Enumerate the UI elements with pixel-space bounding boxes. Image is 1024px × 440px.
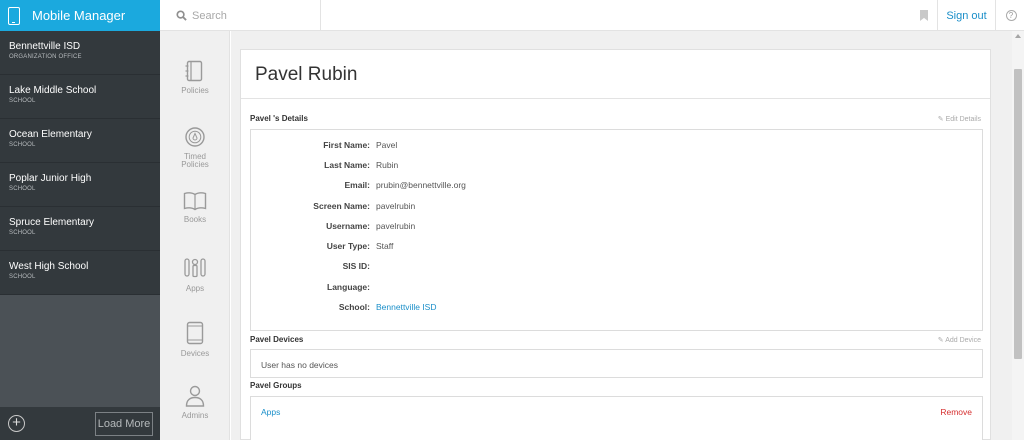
sidebar-item-bennettville-isd[interactable]: Bennettville ISD ORGANIZATION OFFICE <box>0 31 160 75</box>
detail-value: Staff <box>376 241 394 251</box>
detail-row: First Name: Pavel <box>251 140 982 152</box>
sidebar-item-poplar-junior-high[interactable]: Poplar Junior High SCHOOL <box>0 163 160 207</box>
sidebar-item-name: Bennettville ISD <box>9 41 81 52</box>
edit-details-label: Edit Details <box>945 116 981 123</box>
nav-policies-label: Policies <box>181 86 209 95</box>
sidebar-item-type: SCHOOL <box>9 186 36 192</box>
nav-books[interactable]: Books <box>160 191 230 224</box>
detail-row: School: Bennettville ISD <box>251 302 982 314</box>
search-placeholder: Search <box>192 9 227 22</box>
details-box: First Name: Pavel Last Name: Rubin Email: p… <box>250 129 983 331</box>
nav-devices-label: Devices <box>180 349 210 358</box>
groups-box: Apps Remove <box>250 396 983 440</box>
page-title: Pavel Rubin <box>255 64 358 85</box>
detail-label: SIS ID: <box>342 261 370 271</box>
help-button[interactable]: ? <box>998 0 1024 31</box>
nav-apps[interactable]: Apps <box>160 256 230 293</box>
detail-row: User Type: Staff <box>251 241 982 253</box>
sidebar-item-type: SCHOOL <box>9 142 36 148</box>
groups-heading: Pavel Groups <box>250 381 302 390</box>
sign-out-link[interactable]: Sign out <box>937 0 996 31</box>
mobile-device-icon <box>8 6 20 25</box>
nav-rail: Policies Timed Policies Books Apps Devic… <box>160 31 230 440</box>
school-link[interactable]: Bennettville ISD <box>376 302 436 312</box>
sidebar-item-type: SCHOOL <box>9 98 36 104</box>
nav-timed-policies-label: Timed Policies <box>181 152 209 169</box>
details-heading: Pavel 's Details <box>250 114 308 123</box>
nav-apps-label: Apps <box>185 284 205 293</box>
detail-row: Username: pavelrubin <box>251 221 982 233</box>
detail-label: First Name: <box>323 140 370 150</box>
nav-devices[interactable]: Devices <box>160 321 230 358</box>
sidebar-item-type: ORGANIZATION OFFICE <box>9 54 82 60</box>
scroll-thumb[interactable] <box>1014 69 1022 359</box>
nav-timed-policies[interactable]: Timed Policies <box>160 126 230 169</box>
detail-value: prubin@bennettville.org <box>376 180 466 190</box>
add-device-link[interactable]: ✎ Add Device <box>938 336 981 344</box>
scroll-up-arrow-icon[interactable] <box>1015 34 1021 38</box>
detail-label: User Type: <box>326 241 370 251</box>
tablet-icon <box>186 321 204 345</box>
detail-row: Last Name: Rubin <box>251 160 982 172</box>
nav-policies[interactable]: Policies <box>160 60 230 95</box>
help-icon: ? <box>1005 10 1017 21</box>
detail-label: Screen Name: <box>313 201 370 211</box>
nav-admins-label: Admins <box>181 411 209 420</box>
add-device-label: Add Device <box>945 337 981 344</box>
add-organization-icon[interactable]: + <box>8 415 25 432</box>
detail-row: Language: <box>251 282 982 294</box>
load-more-button[interactable]: Load More <box>95 412 153 436</box>
sidebar-item-west-high-school[interactable]: West High School SCHOOL <box>0 251 160 295</box>
remove-group-button[interactable]: Remove <box>940 407 972 417</box>
devices-heading: Pavel Devices <box>250 335 304 344</box>
group-link-apps[interactable]: Apps <box>261 407 280 417</box>
book-icon <box>183 192 207 211</box>
detail-row: Screen Name: pavelrubin <box>251 201 982 213</box>
policies-icon <box>185 60 203 82</box>
timer-icon <box>185 127 205 147</box>
detail-value: Pavel <box>376 140 398 150</box>
detail-value: pavelrubin <box>376 221 416 231</box>
detail-label: Email: <box>344 180 370 190</box>
edit-details-link[interactable]: ✎ Edit Details <box>938 115 981 123</box>
search-icon <box>176 10 187 21</box>
devices-box: User has no devices <box>250 349 983 378</box>
title-divider <box>241 98 990 99</box>
sidebar-item-type: SCHOOL <box>9 230 36 236</box>
bookmark-icon[interactable] <box>920 10 928 21</box>
sidebar-item-name: Lake Middle School <box>9 85 97 96</box>
nav-books-label: Books <box>183 215 207 224</box>
detail-value: pavelrubin <box>376 201 416 211</box>
sidebar-item-name: Spruce Elementary <box>9 217 95 228</box>
detail-label: Language: <box>327 282 370 292</box>
detail-label: Last Name: <box>324 160 370 170</box>
detail-label: School: <box>338 302 370 312</box>
sidebar-item-name: West High School <box>9 261 89 272</box>
app-brand[interactable]: Mobile Manager <box>0 0 160 31</box>
sidebar-item-type: SCHOOL <box>9 274 36 280</box>
sidebar-item-lake-middle-school[interactable]: Lake Middle School SCHOOL <box>0 75 160 119</box>
top-bar: Search Sign out ? <box>160 0 1024 31</box>
sidebar-footer: + Load More <box>0 407 160 440</box>
app-title: Mobile Manager <box>32 8 126 23</box>
sidebar-item-ocean-elementary[interactable]: Ocean Elementary SCHOOL <box>0 119 160 163</box>
no-devices-message: User has no devices <box>261 360 339 370</box>
user-icon <box>185 385 205 407</box>
nav-admins[interactable]: Admins <box>160 385 230 420</box>
detail-row: SIS ID: <box>251 261 982 273</box>
sidebar-item-name: Poplar Junior High <box>9 173 92 184</box>
detail-label: Username: <box>326 221 370 231</box>
sidebar-item-name: Ocean Elementary <box>9 129 92 140</box>
detail-value: Rubin <box>376 160 399 170</box>
user-card: Pavel Rubin Pavel 's Details ✎ Edit Deta… <box>240 49 991 440</box>
apps-icon <box>184 258 206 278</box>
page-scrollbar[interactable] <box>1012 31 1024 440</box>
sidebar-item-spruce-elementary[interactable]: Spruce Elementary SCHOOL <box>0 207 160 251</box>
org-sidebar: Bennettville ISD ORGANIZATION OFFICE Lake… <box>0 31 160 440</box>
detail-row: Email: prubin@bennettville.org <box>251 180 982 192</box>
search-field[interactable]: Search <box>160 0 321 31</box>
